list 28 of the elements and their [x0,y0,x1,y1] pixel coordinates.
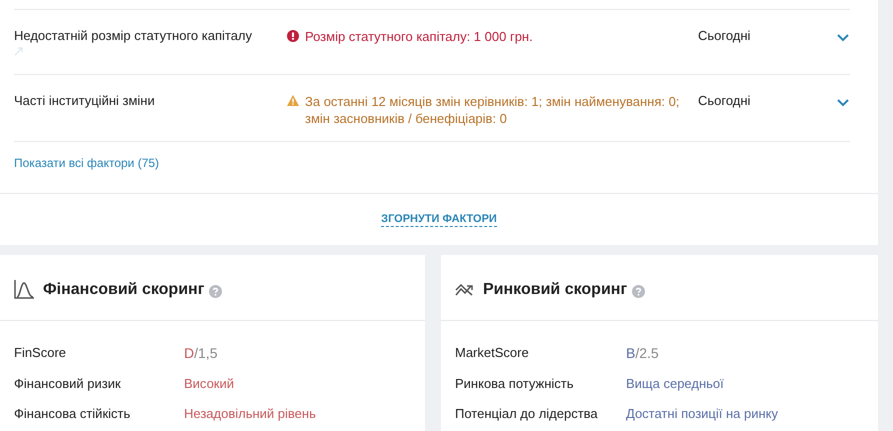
trend-icon [455,284,474,296]
chart-icon [14,280,34,299]
factor-name: Недостатній розмір статутного капіталу [14,28,252,43]
chevron-icon[interactable] [836,33,850,42]
metric-label: Фінансова стійкість [14,405,132,423]
metric-value: Високий [184,375,234,393]
chevron-icon[interactable] [836,98,850,107]
show-all-link[interactable]: Показати всі фактори (75) [14,156,160,170]
score-value: D/1,5 [184,344,218,363]
collapse-link[interactable]: ЗГОРНУТИ ФАКТОРИ [381,212,497,226]
factor-name: Часті інституційні зміни [14,93,155,108]
metric-value: Вища середньої [626,375,724,393]
metric-value: Незадовільний рівень [184,405,316,423]
card-title: Фінансовий скоринг [43,280,204,298]
metric-label: Потенціал до лідерства [455,405,599,423]
card-title: Ринковий скоринг [483,280,628,298]
warning-icon [287,95,299,106]
error-icon [287,30,299,42]
score-value: B/2.5 [626,344,659,363]
factor-message: За останні 12 місяців змін керівників: 1; змін найменування: 0; змін засновників / бенефіціарів: 0 [305,93,680,127]
metric-label: FinScore [14,344,68,362]
metric-value: Достатні позиції на ринку [626,405,778,423]
metric-label: Фінансовий ризик [14,375,122,393]
factor-message: Розмір статутного капіталу: 1 000 грн. [305,28,533,46]
metric-label: MarketScore [455,344,530,362]
metric-label: Ринкова потужність [455,375,574,393]
factor-date: Сьогодні [698,93,750,108]
factor-date: Сьогодні [698,28,750,43]
